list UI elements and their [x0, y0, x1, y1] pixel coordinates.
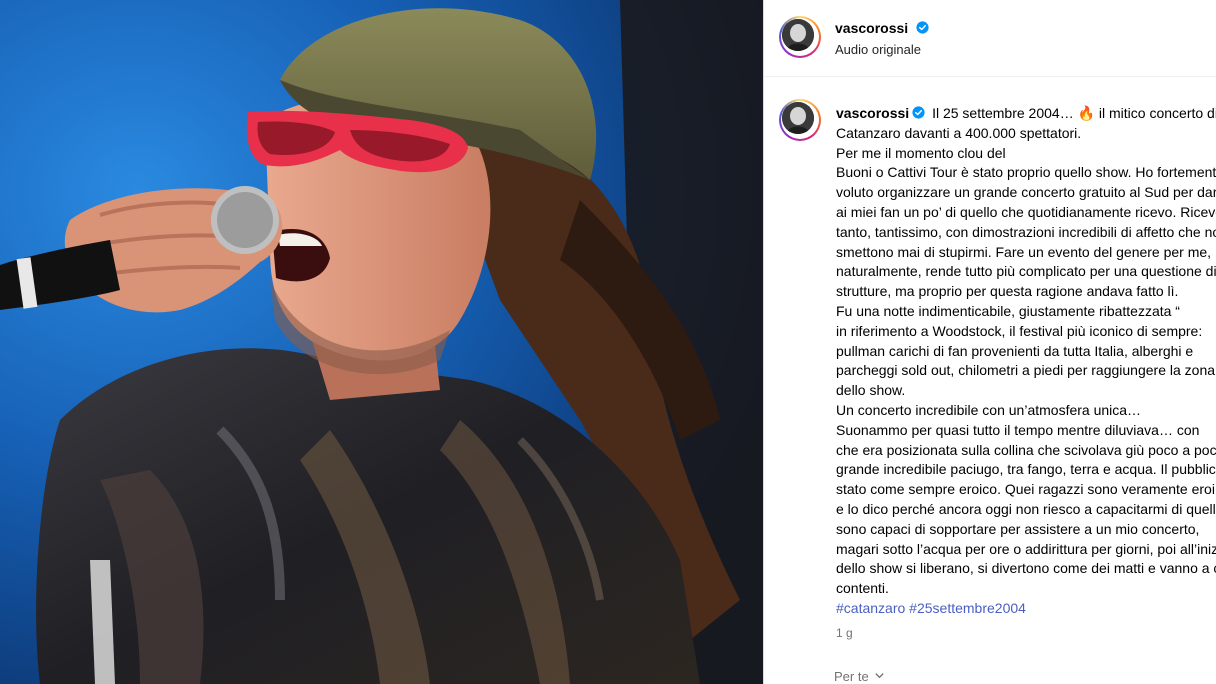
- hashtag-link[interactable]: #25settembre2004: [909, 600, 1026, 616]
- caption-line: Catanzaro davanti a 400.000 spettatori.: [836, 124, 1082, 141]
- for-you-label: Per te: [834, 669, 869, 684]
- caption-line: parcheggi sold out, chilometri a piedi p…: [836, 362, 1216, 379]
- avatar-photo: [782, 19, 814, 51]
- caption-author-username[interactable]: vascorossi: [836, 105, 909, 121]
- author-username[interactable]: vascorossi: [835, 20, 908, 36]
- audio-link[interactable]: Audio originale: [835, 41, 921, 58]
- caption-line: voluto organizzare un grande concerto gr…: [836, 184, 1216, 201]
- caption-line: dello show si liberano, si divertono com…: [836, 560, 1216, 577]
- post-details-panel: vascorossi Audio originale vascorossi Il…: [763, 0, 1216, 684]
- caption-line: pullman carichi di fan provenienti da tu…: [836, 342, 1194, 359]
- caption-line: dello show.: [836, 382, 906, 399]
- post-timestamp[interactable]: 1 g: [836, 626, 853, 640]
- post-caption: vascorossi Il 25 settembre 2004… 🔥 il mi…: [836, 104, 1216, 619]
- post-header: vascorossi Audio originale: [764, 0, 1216, 77]
- caption-line: e lo dico perché ancora oggi non riesco …: [836, 500, 1216, 517]
- concert-singer-image: [0, 0, 763, 684]
- caption-line: ai miei fan un po’ di quello che quotidi…: [836, 203, 1216, 220]
- verified-badge-icon: [916, 21, 929, 34]
- caption-line: tanto, tantissimo, con dimostrazioni inc…: [836, 223, 1216, 240]
- caption-line: in riferimento a Woodstock, il festival …: [836, 322, 1203, 339]
- caption-author-avatar[interactable]: [779, 99, 821, 141]
- caption-line: che era posizionata sulla collina che sc…: [836, 441, 1216, 458]
- caption-line: Suonammo per quasi tutto il tempo mentre…: [836, 421, 1200, 438]
- caption-line: Fu una notte indimenticabile, giustament…: [836, 302, 1180, 319]
- caption-line: Il 25 settembre 2004… 🔥 il mitico concer…: [932, 105, 1216, 121]
- caption-line: contenti.: [836, 580, 889, 597]
- post-media-video[interactable]: [0, 0, 763, 684]
- caption-line: Buoni o Cattivi Tour è stato proprio que…: [836, 164, 1216, 181]
- caption-line: stato come sempre eroico. Quei ragazzi s…: [836, 481, 1216, 498]
- hashtags: #catanzaro #25settembre2004: [836, 599, 1216, 619]
- caption-line: Per me il momento clou del: [836, 144, 1006, 161]
- caption-line: grande incredibile paciugo, tra fango, t…: [836, 461, 1216, 478]
- author-avatar[interactable]: [779, 16, 821, 58]
- caption-line: Un concerto incredibile con un’atmosfera…: [836, 401, 1142, 418]
- caption-line: smettono mai di stupirmi. Fare un evento…: [836, 243, 1212, 260]
- verified-badge-icon: [912, 106, 925, 119]
- avatar-photo: [782, 102, 814, 134]
- caption-line: naturalmente, rende tutto più complicato…: [836, 263, 1216, 280]
- caption-line: sono capaci di sopportare per assistere …: [836, 520, 1200, 537]
- for-you-dropdown[interactable]: Per te: [834, 669, 885, 684]
- chevron-down-icon: [875, 673, 884, 679]
- caption-line: magari sotto l’acqua per ore o addirittu…: [836, 540, 1216, 557]
- caption-line: strutture, ma proprio per questa ragione…: [836, 283, 1179, 300]
- hashtag-link[interactable]: #catanzaro: [836, 600, 905, 616]
